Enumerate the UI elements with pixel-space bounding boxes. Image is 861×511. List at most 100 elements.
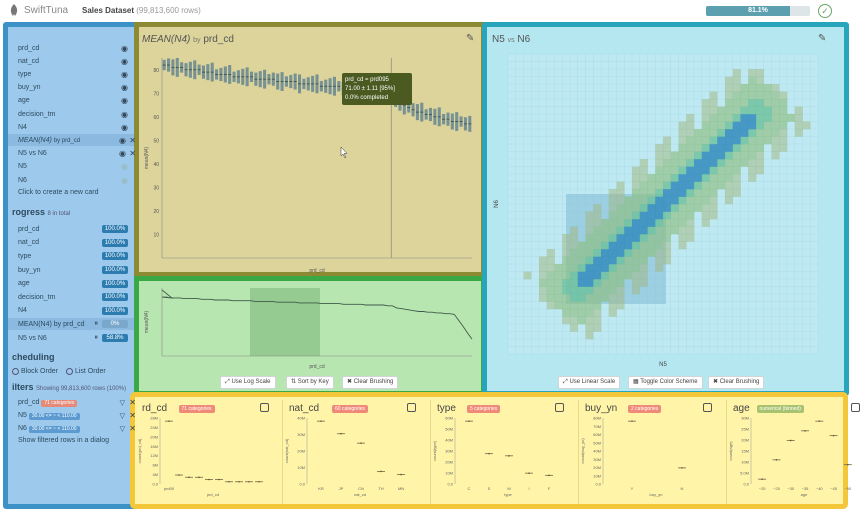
sidebar-card-item[interactable]: N5 vs N6 ◉ ✕	[8, 148, 136, 160]
histogram-title: type	[437, 403, 456, 414]
heat-cell	[585, 211, 594, 220]
histogram-point	[468, 420, 470, 422]
close-icon[interactable]: ✕	[129, 398, 136, 407]
heat-cell	[748, 69, 757, 77]
close-icon[interactable]: ✕	[129, 136, 136, 145]
sidebar-card-item[interactable]: type ◉	[8, 68, 134, 80]
eye-icon[interactable]: ◉	[121, 176, 128, 185]
check-icon[interactable]: ✓	[818, 4, 832, 18]
sidebar-card-item[interactable]: buy_yn ◉	[8, 82, 134, 94]
heat-cell	[601, 264, 610, 272]
close-icon[interactable]: ✕	[129, 411, 136, 420]
create-card-link[interactable]: Click to create a new card	[18, 189, 99, 196]
schedule-radio-option[interactable]: List Order	[65, 367, 106, 375]
pause-icon[interactable]: ⏸	[95, 320, 99, 328]
checkbox[interactable]	[851, 403, 860, 412]
edit-icon[interactable]: ✎	[466, 33, 474, 44]
filter-icon[interactable]: ▽	[120, 412, 125, 420]
progress-item: type 100.0%	[8, 250, 134, 262]
eye-icon[interactable]: ◉	[121, 57, 128, 66]
heat-cell	[717, 166, 726, 175]
y-tick-label: 8M	[152, 463, 158, 468]
heat-cell	[756, 166, 765, 175]
heat-cell	[725, 181, 734, 190]
heat-cell	[647, 211, 656, 220]
eye-icon[interactable]: ◉	[121, 83, 128, 92]
heat-cell	[585, 226, 594, 235]
checkbox[interactable]	[703, 403, 712, 412]
edit-icon[interactable]: ✎	[818, 33, 826, 44]
filter-item[interactable]: N5 30.00 <= ~ < 110.00 ▽ ✕	[8, 410, 136, 422]
heat-cell	[632, 204, 641, 212]
pause-icon[interactable]: ⏸	[95, 334, 99, 342]
heat-cell	[678, 121, 687, 130]
cursor-icon	[340, 146, 348, 159]
overview-chart-plot[interactable]: prd_cd mean(N4)	[140, 282, 480, 372]
x-tick-label: ~45	[830, 486, 838, 491]
filter-item[interactable]: N6 30.00 <= ~ < 110.00 ▽ ✕	[8, 423, 136, 435]
action-button[interactable]: ✖ Clear Brushing	[342, 376, 399, 389]
histogram-title: rd_cd	[142, 403, 168, 414]
eye-icon[interactable]: ◉	[121, 96, 128, 105]
heat-cell	[678, 226, 687, 235]
action-button[interactable]: ⤢ Use Linear Scale	[558, 376, 621, 389]
filter-icon[interactable]: ▽	[120, 399, 125, 407]
action-button[interactable]: ▦ Toggle Color Scheme	[628, 376, 703, 389]
heat-cell	[601, 286, 610, 295]
eye-icon[interactable]: ◉	[121, 44, 128, 53]
sidebar-card-item[interactable]: N5 ◉	[8, 161, 134, 173]
heat-cell	[655, 189, 664, 197]
histogram-point	[360, 442, 362, 444]
y-tick-label: 10M	[741, 460, 749, 465]
heat-cell	[663, 166, 672, 175]
eye-icon[interactable]: ◉	[121, 110, 128, 119]
sidebar-card-item[interactable]: N6 ◉	[8, 174, 134, 186]
eye-icon[interactable]: ◉	[121, 70, 128, 79]
action-button[interactable]: ✖ Clear Brushing	[708, 376, 765, 389]
histogram-plot: 40M 30M 20M 10M 0.0 count(nat_cd) KR JP CN TH MN na…	[284, 416, 405, 497]
heat-cell	[779, 136, 788, 145]
sidebar-card-item[interactable]: age ◉	[8, 95, 134, 107]
progress-item: MEAN(N4) by prd_cd ⏸ 0%	[8, 318, 134, 331]
sidebar-card-item[interactable]: nat_cd ◉	[8, 55, 134, 67]
sidebar-card-item[interactable]: decision_tm ◉	[8, 108, 134, 120]
heat-cell	[725, 189, 734, 197]
eye-icon[interactable]: ◉	[119, 136, 126, 145]
mean-chart-plot[interactable]: 80 70 60 50 40 30 20 10 mean(N4) prd_cd	[140, 52, 480, 274]
sidebar-card-item[interactable]: prd_cd ◉	[8, 42, 134, 54]
action-button[interactable]: ⇅ Sort by Key	[286, 376, 334, 389]
heat-cell	[539, 271, 548, 280]
filter-item[interactable]: prd_cd 71 categories ▽ ✕	[8, 397, 136, 409]
x-tick-label: S	[488, 486, 491, 491]
sidebar-card-item[interactable]: N4 ◉	[8, 121, 134, 133]
heat-cell	[678, 204, 687, 212]
heat-cell	[632, 241, 641, 250]
x-tick-label: ~40	[816, 486, 824, 491]
heat-cell	[608, 309, 617, 317]
heatmap-plot[interactable]: N5 N6	[490, 48, 842, 374]
histogram-point	[488, 452, 490, 455]
eye-icon[interactable]: ◉	[121, 123, 128, 132]
heat-cell	[663, 241, 672, 250]
heat-cell	[686, 159, 695, 167]
heat-cell	[740, 99, 749, 107]
filter-icon[interactable]: ▽	[120, 425, 125, 433]
eye-icon[interactable]: ◉	[119, 149, 126, 158]
y-tick-label: 5.0M	[740, 471, 749, 476]
checkbox[interactable]	[260, 403, 269, 412]
action-button[interactable]: ⤢ Use Log Scale	[220, 376, 276, 389]
schedule-radio-option[interactable]: Block Order	[12, 367, 58, 375]
close-icon[interactable]: ✕	[129, 149, 136, 158]
heat-cell	[678, 211, 687, 220]
heat-cell	[771, 84, 780, 92]
checkbox[interactable]	[407, 403, 416, 412]
heat-cell	[570, 324, 579, 332]
eye-icon[interactable]: ◉	[121, 162, 128, 171]
y-tick-label: 10M	[445, 471, 453, 476]
heat-cell	[577, 309, 586, 317]
sidebar-card-item[interactable]: MEAN(N4) by prd_cd ◉ ✕	[8, 134, 136, 147]
heat-cell	[694, 174, 703, 182]
checkbox[interactable]	[555, 403, 564, 412]
show-filtered-link[interactable]: Show filtered rows in a dialog	[18, 437, 109, 444]
close-icon[interactable]: ✕	[129, 424, 136, 433]
